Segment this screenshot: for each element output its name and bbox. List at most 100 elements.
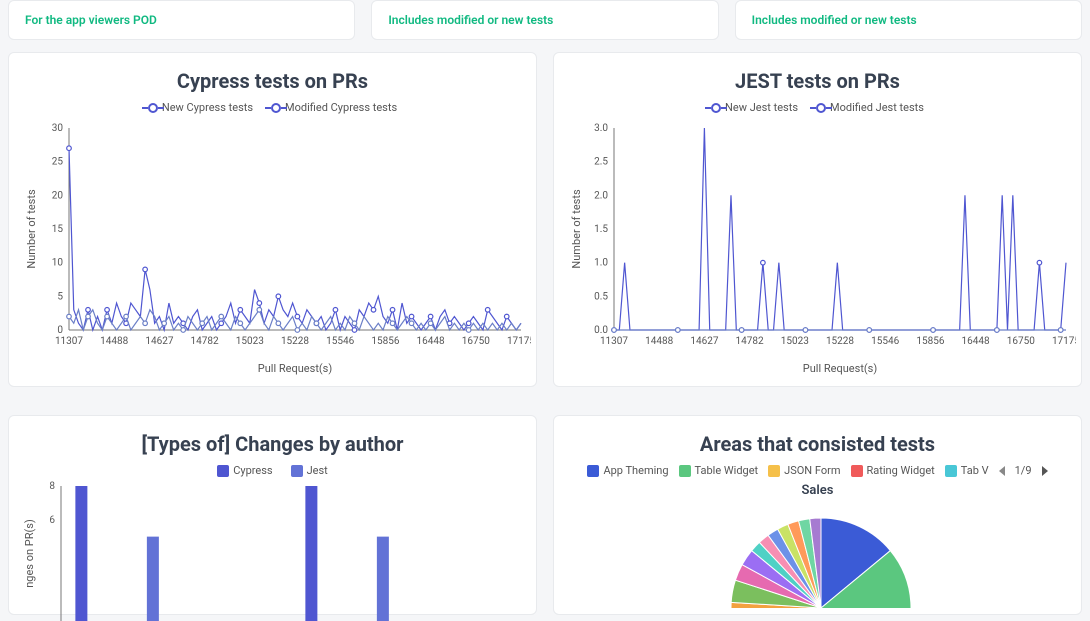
legend-item[interactable]: Rating Widget [851, 464, 935, 477]
svg-text:10: 10 [52, 258, 64, 269]
svg-text:Pull Request(s): Pull Request(s) [258, 362, 333, 375]
chart-title: Cypress tests on PRs [21, 69, 524, 93]
svg-text:15856: 15856 [371, 336, 399, 347]
legend-item[interactable]: App Theming [587, 464, 668, 477]
areas-pie-chart[interactable] [566, 498, 1076, 608]
svg-text:15023: 15023 [781, 336, 809, 347]
svg-text:15: 15 [52, 224, 64, 235]
legend-label: Tab V [961, 464, 989, 477]
svg-text:Number of tests: Number of tests [570, 189, 583, 269]
svg-text:15228: 15228 [281, 336, 309, 347]
pie-title: Sales [566, 483, 1069, 498]
svg-text:14488: 14488 [100, 336, 128, 347]
changes-chart[interactable]: 6 8 nges on PR(s) [21, 481, 531, 621]
legend-item[interactable]: New Jest tests [711, 101, 798, 114]
svg-text:30: 30 [52, 123, 64, 134]
svg-text:5: 5 [57, 291, 63, 302]
jest-chart[interactable]: 0.0 0.5 1.0 1.5 2.0 2.5 3.0 11307 14488 14627 1478… [566, 118, 1076, 378]
legend-label: Rating Widget [867, 464, 935, 477]
svg-text:15546: 15546 [871, 336, 899, 347]
chevron-right-icon[interactable] [1042, 466, 1048, 476]
legend-pager-text: 1/9 [1015, 464, 1032, 477]
legend-label: New Cypress tests [162, 101, 253, 114]
svg-text:nges on PR(s): nges on PR(s) [23, 519, 36, 588]
svg-text:14488: 14488 [645, 336, 673, 347]
legend-label: Modified Jest tests [830, 101, 924, 114]
svg-text:Pull Request(s): Pull Request(s) [803, 362, 878, 375]
svg-text:17175: 17175 [507, 336, 531, 347]
svg-text:14627: 14627 [690, 336, 718, 347]
legend-item[interactable]: Jest [291, 464, 328, 477]
svg-text:3.0: 3.0 [594, 123, 608, 134]
cypress-chart[interactable]: 0 5 10 15 20 25 30 11307 14488 14627 14782 15023 152… [21, 118, 531, 378]
legend-item[interactable]: Tab V [945, 464, 989, 477]
stat-card: For the app viewers POD [8, 0, 355, 40]
svg-text:Number of tests: Number of tests [25, 189, 38, 269]
legend-marker-icon [148, 103, 158, 113]
stat-caption: Includes modified or new tests [388, 13, 553, 27]
svg-text:15023: 15023 [236, 336, 264, 347]
stat-cards-row: For the app viewers POD Includes modifie… [0, 0, 1090, 40]
svg-text:11307: 11307 [600, 336, 628, 347]
svg-text:14782: 14782 [736, 336, 764, 347]
svg-text:17175: 17175 [1052, 336, 1076, 347]
legend-item[interactable]: Cypress [217, 464, 272, 477]
areas-chart-card: Areas that consisted tests App Theming T… [553, 415, 1082, 615]
svg-text:16448: 16448 [962, 336, 990, 347]
legend-swatch-icon [851, 465, 863, 477]
legend-item[interactable]: New Cypress tests [148, 101, 253, 114]
svg-text:16750: 16750 [1007, 336, 1035, 347]
legend-swatch-icon [587, 465, 599, 477]
legend-item[interactable]: Modified Cypress tests [271, 101, 397, 114]
stat-caption: Includes modified or new tests [752, 13, 917, 27]
svg-text:2.5: 2.5 [594, 157, 608, 168]
stat-caption: For the app viewers POD [25, 13, 157, 27]
svg-text:16750: 16750 [462, 336, 490, 347]
legend-marker-icon [816, 103, 826, 113]
svg-text:2.0: 2.0 [594, 190, 608, 201]
svg-text:1.0: 1.0 [594, 258, 608, 269]
chart-legend: New Jest tests Modified Jest tests [566, 101, 1069, 114]
legend-label: Cypress [233, 464, 272, 477]
jest-chart-card: JEST tests on PRs New Jest tests Modifie… [553, 52, 1082, 387]
bottom-charts-row: [Types of] Changes by author Cypress Jes… [0, 403, 1090, 615]
legend-label: JSON Form [784, 464, 840, 477]
legend-label: Modified Cypress tests [285, 101, 397, 114]
legend-swatch-icon [217, 465, 229, 477]
chart-title: Areas that consisted tests [566, 432, 1069, 456]
svg-text:14627: 14627 [145, 336, 173, 347]
svg-text:20: 20 [52, 190, 64, 201]
svg-text:25: 25 [52, 157, 64, 168]
chevron-left-icon[interactable] [999, 466, 1005, 476]
legend-item[interactable]: JSON Form [768, 464, 840, 477]
legend-item[interactable]: Modified Jest tests [816, 101, 924, 114]
changes-chart-card: [Types of] Changes by author Cypress Jes… [8, 415, 537, 615]
stat-card: Includes modified or new tests [735, 0, 1082, 40]
svg-text:8: 8 [49, 481, 55, 492]
svg-text:11307: 11307 [55, 336, 83, 347]
cypress-chart-card: Cypress tests on PRs New Cypress tests M… [8, 52, 537, 387]
chart-legend: App Theming Table Widget JSON Form Ratin… [566, 464, 1069, 477]
svg-text:0: 0 [57, 325, 63, 336]
svg-text:6: 6 [49, 515, 55, 526]
svg-text:16448: 16448 [417, 336, 445, 347]
line-charts-row: Cypress tests on PRs New Cypress tests M… [0, 40, 1090, 387]
svg-text:14782: 14782 [191, 336, 219, 347]
chart-title: JEST tests on PRs [566, 69, 1069, 93]
svg-text:0.5: 0.5 [594, 291, 608, 302]
legend-label: New Jest tests [725, 101, 798, 114]
chart-legend: Cypress Jest [21, 464, 524, 477]
legend-label: Jest [307, 464, 328, 477]
legend-swatch-icon [768, 465, 780, 477]
svg-text:0.0: 0.0 [594, 325, 608, 336]
stat-card: Includes modified or new tests [371, 0, 718, 40]
chart-title: [Types of] Changes by author [21, 432, 524, 456]
chart-legend: New Cypress tests Modified Cypress tests [21, 101, 524, 114]
svg-text:15546: 15546 [326, 336, 354, 347]
legend-label: App Theming [603, 464, 668, 477]
svg-text:1.5: 1.5 [594, 224, 608, 235]
svg-text:15856: 15856 [916, 336, 944, 347]
legend-label: Table Widget [695, 464, 759, 477]
legend-marker-icon [711, 103, 721, 113]
legend-item[interactable]: Table Widget [679, 464, 759, 477]
